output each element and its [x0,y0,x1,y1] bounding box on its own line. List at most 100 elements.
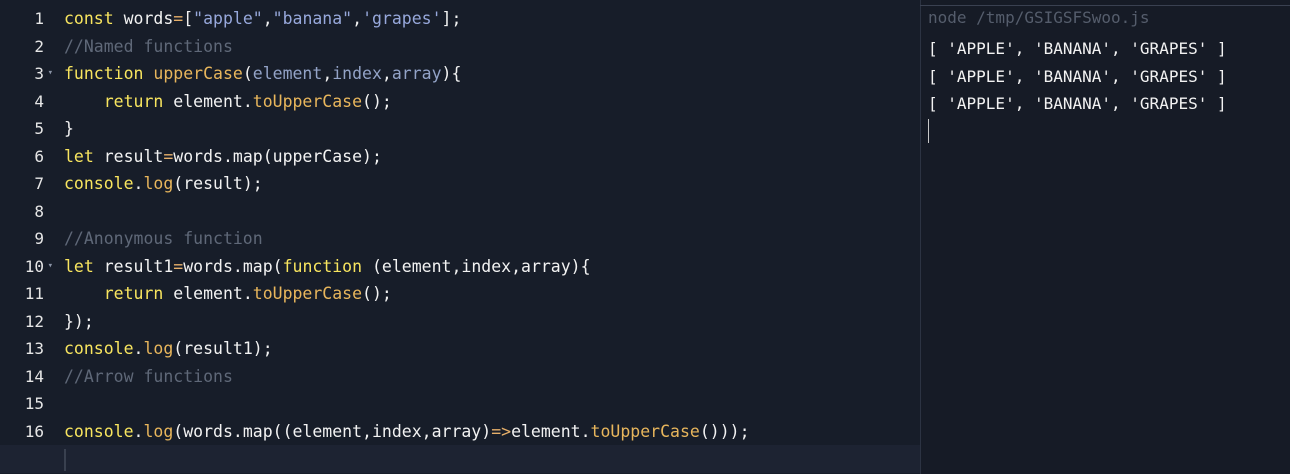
line-number: 12 [0,308,56,336]
code-token: ){ [441,64,462,83]
code-token: "banana" [272,9,353,28]
code-token: , [322,64,333,83]
code-token: let [64,146,94,166]
console-cursor [928,119,929,143]
line-number-text: 15 [24,394,44,413]
code-token: element. [163,284,253,303]
code-editor[interactable]: 123▾45678910▾11121314151617 const words=… [0,0,920,474]
code-token: words.map( [183,256,283,276]
code-line[interactable]: console.log(result1); [64,335,920,363]
line-number: 3 ▾ [0,60,56,88]
code-line[interactable]: //Named functions [64,33,920,61]
line-number: 15 [0,390,56,418]
code-playground: 123▾45678910▾11121314151617 const words=… [0,0,1290,474]
code-line[interactable]: //Arrow functions [64,363,920,391]
code-line[interactable]: console.log(result); [64,170,920,198]
code-token: result [93,146,164,166]
line-number-text: 10 [24,256,44,276]
code-line[interactable] [64,198,920,226]
code-token: => [491,421,512,441]
code-line[interactable] [0,445,920,473]
code-token: const [64,9,114,28]
code-token: } [64,119,74,138]
code-token: toUpperCase [252,91,363,111]
line-number: 10 ▾ [0,253,56,281]
line-number: 2 [0,33,56,61]
code-line[interactable]: }); [64,308,920,336]
code-token: toUpperCase [252,284,363,303]
code-token: (words.map((element,index,array) [173,421,492,441]
code-token: [ [183,9,194,28]
code-token: , [352,9,363,28]
line-number-text: 8 [34,201,44,221]
code-token: ())); [699,421,750,441]
line-number-text: 5 [34,119,44,138]
code-token: ( [242,64,253,83]
code-line[interactable]: let result1=words.map(function (element,… [64,253,920,281]
code-token: = [173,256,184,276]
code-token: function [282,256,363,276]
line-number-text: 9 [34,229,44,248]
line-number-text: 3 [34,64,44,83]
code-token: upperCase [153,64,243,83]
code-line[interactable]: const words=["apple","banana",'grapes']; [64,5,920,33]
console-output-line: [ 'APPLE', 'BANANA', 'GRAPES' ] [928,39,1227,58]
line-number-text: 2 [34,36,44,56]
code-token: 'grapes' [362,9,442,28]
code-token: //Arrow functions [64,366,233,386]
code-line[interactable]: console.log(words.map((element,index,arr… [64,418,920,446]
code-token: return [103,284,164,303]
code-line[interactable]: return element.toUpperCase(); [64,280,920,308]
code-token: ]; [441,9,462,28]
code-token: , [262,9,273,28]
fold-arrow-icon[interactable]: ▾ [48,253,53,281]
code-token: return [103,91,164,111]
code-token: //Anonymous function [64,229,263,248]
console-panel[interactable]: node /tmp/GSIGSFSwoo.js [ 'APPLE', 'BANA… [921,0,1290,474]
line-number: 13 [0,335,56,363]
line-number: 4 [0,88,56,116]
code-token: result1 [93,256,174,276]
code-token: console [64,339,134,358]
code-token: . [133,174,144,193]
code-token: //Named functions [64,36,233,56]
code-line[interactable]: //Anonymous function [64,225,920,253]
line-number: 14 [0,363,56,391]
code-token: element. [511,421,591,441]
code-token: log [143,174,174,193]
line-number-gutter: 123▾45678910▾11121314151617 [0,5,56,473]
line-number-text: 6 [34,146,44,166]
code-area[interactable]: const words=["apple","banana",'grapes'];… [0,5,920,473]
fold-arrow-icon[interactable]: ▾ [48,60,53,88]
line-number: 16 [0,418,56,446]
line-number: 9 [0,225,56,253]
code-line[interactable]: return element.toUpperCase(); [64,88,920,116]
code-token: (result1); [173,339,273,358]
console-command: node /tmp/GSIGSFSwoo.js [928,8,1150,27]
line-number-text: 13 [24,339,44,358]
code-token: = [163,146,174,166]
line-number-text: 1 [34,9,44,28]
code-token: log [143,421,174,441]
code-line[interactable]: } [64,115,920,143]
code-token: (result); [173,174,263,193]
code-token: array [391,64,442,83]
editor-cursor [64,449,66,471]
code-line[interactable] [64,390,920,418]
console-output-line: [ 'APPLE', 'BANANA', 'GRAPES' ] [928,66,1227,86]
line-number-text: 7 [34,174,44,193]
code-token: toUpperCase [590,421,700,441]
code-token: = [173,9,184,28]
code-token: . [133,421,144,441]
code-token: (element,index,array){ [362,256,591,276]
code-token: console [64,421,134,441]
code-token: "apple" [193,9,263,28]
code-token: element. [163,91,253,111]
line-number: 5 [0,115,56,143]
code-line[interactable]: let result=words.map(upperCase); [64,143,920,171]
code-line[interactable]: function upperCase(element,index,array){ [64,60,920,88]
code-token: function [64,64,144,83]
